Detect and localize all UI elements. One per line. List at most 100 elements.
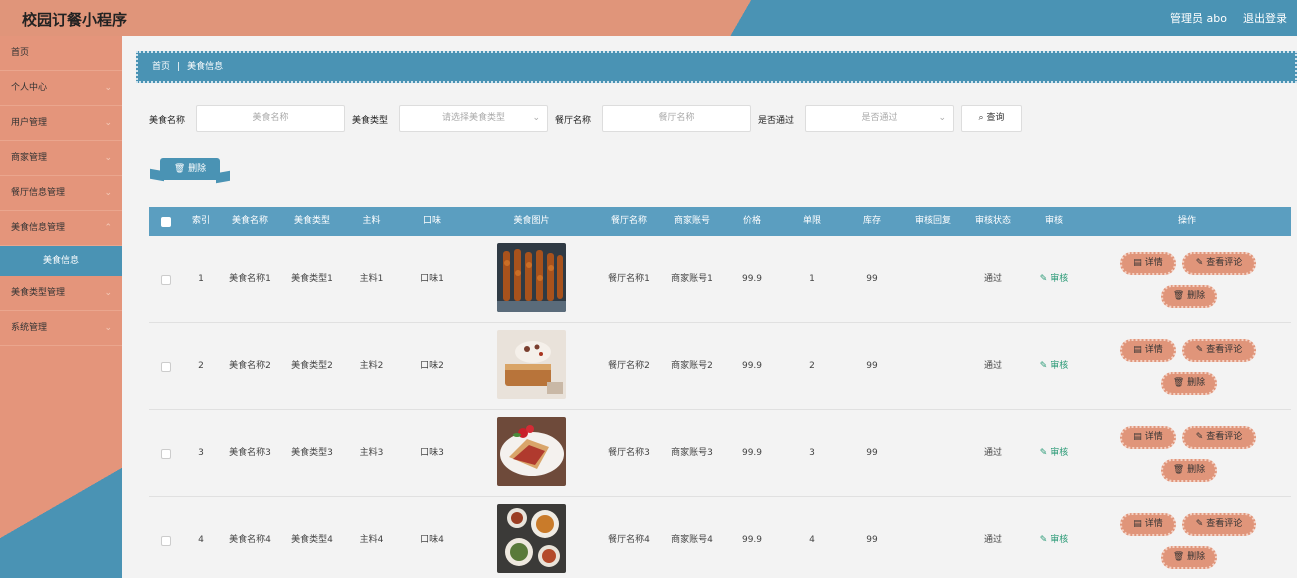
cell-audit-status: 通过 (983, 535, 1002, 545)
header-stock: 库存 (862, 216, 881, 226)
row-checkbox[interactable] (161, 536, 171, 546)
cell-taste: 口味4 (420, 535, 444, 545)
cell-restaurant-name: 餐厅名称3 (608, 448, 650, 458)
detail-button[interactable]: ▤ 详情 (1120, 426, 1176, 449)
row-delete-button[interactable]: 🗑 删除 (1161, 372, 1217, 395)
chevron-down-icon: ⌄ (104, 153, 112, 163)
logout-link[interactable]: 退出登录 (1243, 10, 1287, 26)
cell-restaurant-name: 餐厅名称1 (608, 274, 650, 284)
audit-link[interactable]: ✎ 审核 (1034, 236, 1074, 323)
app-header: 校园订餐小程序 管理员 abo 退出登录 (0, 0, 1297, 36)
row-checkbox[interactable] (161, 449, 171, 459)
sidebar-item-personal-center[interactable]: 个人中心 ⌄ (0, 71, 122, 106)
cell-food-name: 美食名称1 (229, 274, 271, 284)
sidebar-item-user-management[interactable]: 用户管理 ⌄ (0, 106, 122, 141)
header-merchant-account: 商家账号 (673, 216, 710, 226)
view-reviews-button[interactable]: ✎ 查看评论 (1182, 252, 1256, 275)
header-food-image: 美食图片 (513, 216, 550, 226)
cell-audit-status: 通过 (983, 361, 1002, 371)
food-name-input[interactable]: 美食名称 (196, 105, 345, 132)
pencil-icon: ✎ (1039, 274, 1048, 284)
cell-food-name: 美食名称3 (229, 448, 271, 458)
row-delete-button[interactable]: 🗑 删除 (1161, 546, 1217, 569)
sidebar-item-home[interactable]: 首页 (0, 36, 122, 71)
breadcrumb-home[interactable]: 首页 (152, 62, 170, 72)
trash-icon: 🗑 (1172, 291, 1185, 301)
sidebar-subitem-food-info[interactable]: 美食信息 (0, 246, 122, 276)
cell-main-ingredient: 主料4 (359, 535, 384, 545)
view-reviews-button[interactable]: ✎ 查看评论 (1182, 513, 1256, 536)
cell-audit-reply (909, 236, 957, 323)
view-reviews-button[interactable]: ✎ 查看评论 (1182, 339, 1256, 362)
cell-stock: 99 (866, 274, 878, 284)
chevron-down-icon: ⌄ (104, 188, 112, 198)
cell-limit: 1 (809, 274, 815, 284)
sidebar-item-restaurant-management[interactable]: 餐厅信息管理 ⌄ (0, 176, 122, 211)
row-delete-button[interactable]: 🗑 删除 (1161, 285, 1217, 308)
cell-index: 2 (198, 361, 204, 371)
restaurant-name-input[interactable]: 餐厅名称 (602, 105, 751, 132)
approved-select[interactable]: 是否通过 ⌄ (805, 105, 954, 132)
query-button[interactable]: ⌕ 查询 (961, 105, 1022, 132)
delete-selected-button[interactable]: 🗑 删除 (150, 158, 230, 184)
row-delete-button[interactable]: 🗑 删除 (1161, 459, 1217, 482)
audit-link[interactable]: ✎ 审核 (1034, 410, 1074, 497)
cell-price: 99.9 (741, 361, 763, 371)
pencil-icon: ✎ (1195, 519, 1204, 529)
cell-food-type: 美食类型1 (291, 274, 333, 284)
cell-index: 1 (198, 274, 204, 284)
app-title: 校园订餐小程序 (22, 11, 128, 29)
view-reviews-button[interactable]: ✎ 查看评论 (1182, 426, 1256, 449)
food-image (497, 504, 566, 573)
audit-link[interactable]: ✎ 审核 (1034, 323, 1074, 410)
detail-button[interactable]: ▤ 详情 (1120, 513, 1176, 536)
chevron-down-icon: ⌃ (104, 223, 112, 233)
pencil-icon: ✎ (1195, 345, 1204, 355)
header-index: 索引 (191, 216, 210, 226)
cell-merchant-account: 商家账号1 (671, 274, 713, 284)
breadcrumb-separator: | (177, 62, 181, 72)
header-limit: 单限 (802, 216, 821, 226)
row-checkbox[interactable] (161, 362, 171, 372)
cell-main-ingredient: 主料2 (359, 361, 384, 371)
cell-merchant-account: 商家账号3 (671, 448, 713, 458)
detail-button[interactable]: ▤ 详情 (1120, 252, 1176, 275)
header-audit-reply: 审核回复 (914, 216, 951, 226)
cell-price: 99.9 (741, 535, 763, 545)
food-name-label: 美食名称 (149, 116, 186, 126)
cell-stock: 99 (866, 361, 878, 371)
sidebar-item-food-management[interactable]: 美食信息管理 ⌃ (0, 211, 122, 246)
header-price: 价格 (742, 216, 761, 226)
cell-taste: 口味2 (420, 361, 444, 371)
sidebar-item-merchant-management[interactable]: 商家管理 ⌄ (0, 141, 122, 176)
document-icon: ▤ (1133, 432, 1142, 442)
restaurant-name-label: 餐厅名称 (555, 116, 592, 126)
document-icon: ▤ (1133, 258, 1142, 268)
sidebar-item-food-type-management[interactable]: 美食类型管理 ⌄ (0, 276, 122, 311)
food-type-select[interactable]: 请选择美食类型 ⌄ (399, 105, 548, 132)
pencil-icon: ✎ (1195, 432, 1204, 442)
cell-audit-status: 通过 (983, 448, 1002, 458)
row-checkbox[interactable] (161, 275, 171, 285)
detail-button[interactable]: ▤ 详情 (1120, 339, 1176, 362)
food-image (497, 243, 566, 312)
document-icon: ▤ (1133, 345, 1142, 355)
cell-price: 99.9 (741, 274, 763, 284)
pencil-icon: ✎ (1039, 448, 1048, 458)
cell-restaurant-name: 餐厅名称4 (608, 535, 650, 545)
sidebar-item-system-management[interactable]: 系统管理 ⌄ (0, 311, 122, 346)
cell-audit-reply (909, 410, 957, 497)
table-row: 4 美食名称4 美食类型4 主料4 口味4 餐厅名称4 商家账号4 99.9 4… (149, 497, 1291, 578)
admin-user-label: 管理员 abo (1170, 12, 1227, 25)
cell-index: 3 (198, 448, 204, 458)
chevron-down-icon: ⌄ (104, 118, 112, 128)
breadcrumb: 首页 | 美食信息 (136, 51, 1297, 83)
trash-icon: 🗑 (173, 164, 186, 174)
approved-label: 是否通过 (758, 116, 795, 126)
breadcrumb-current: 美食信息 (187, 62, 224, 72)
select-all-checkbox[interactable] (161, 217, 171, 227)
trash-icon: 🗑 (1172, 465, 1185, 475)
cell-audit-reply (909, 323, 957, 410)
audit-link[interactable]: ✎ 审核 (1034, 497, 1074, 578)
chevron-down-icon: ⌄ (104, 83, 112, 93)
